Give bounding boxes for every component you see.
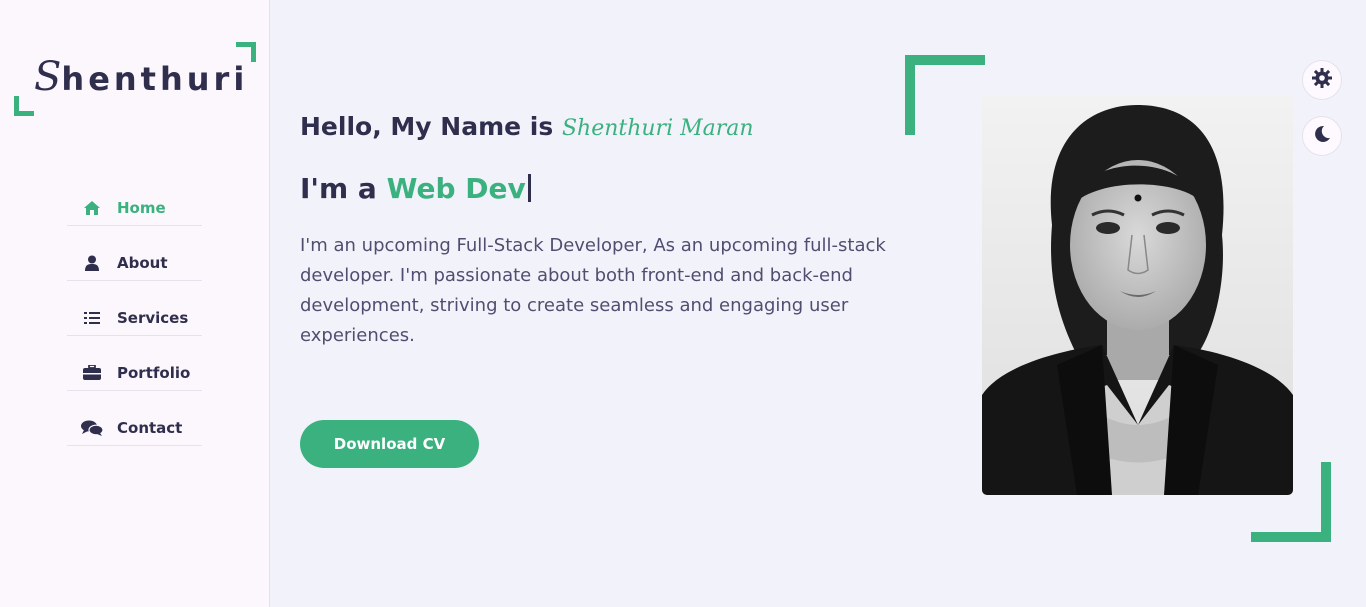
moon-icon bbox=[1313, 125, 1331, 147]
nav-label-portfolio: Portfolio bbox=[117, 363, 191, 382]
greeting-name: Shenthuri Maran bbox=[561, 116, 754, 141]
theme-toggle-button[interactable] bbox=[1302, 116, 1342, 156]
logo-rest: henthuri bbox=[61, 60, 249, 98]
nav-item-home[interactable]: Home bbox=[67, 190, 202, 226]
logo-text: Shenthuri bbox=[34, 54, 248, 100]
typing-cursor bbox=[527, 174, 531, 202]
nav-label-about: About bbox=[117, 253, 168, 272]
comments-icon bbox=[81, 418, 103, 438]
role-prefix: I'm a bbox=[300, 172, 377, 205]
profile-photo bbox=[982, 95, 1293, 495]
download-cv-button[interactable]: Download CV bbox=[300, 420, 479, 468]
role-heading: I'm a Web Dev bbox=[300, 172, 531, 205]
nav-item-portfolio[interactable]: Portfolio bbox=[67, 355, 202, 391]
logo[interactable]: Shenthuri bbox=[14, 42, 256, 116]
logo-bracket-bottom-left bbox=[14, 96, 34, 116]
greeting-heading: Hello, My Name is Shenthuri Maran bbox=[300, 112, 754, 141]
sidebar: Shenthuri Home About Services Portfolio bbox=[0, 0, 270, 607]
user-icon bbox=[81, 253, 103, 273]
nav-item-services[interactable]: Services bbox=[67, 300, 202, 336]
greeting-text: Hello, My Name is bbox=[300, 112, 554, 141]
role-typed-text: Web Dev bbox=[386, 172, 526, 205]
nav-item-contact[interactable]: Contact bbox=[67, 410, 202, 446]
logo-first-letter: S bbox=[34, 54, 62, 100]
home-icon bbox=[81, 198, 103, 218]
nav-label-contact: Contact bbox=[117, 418, 183, 437]
nav-label-home: Home bbox=[117, 198, 166, 217]
list-icon bbox=[81, 308, 103, 328]
main-nav: Home About Services Portfolio Contact bbox=[67, 190, 202, 465]
nav-label-services: Services bbox=[117, 308, 189, 327]
nav-item-about[interactable]: About bbox=[67, 245, 202, 281]
intro-description: I'm an upcoming Full-Stack Developer, As… bbox=[300, 235, 886, 346]
settings-button[interactable] bbox=[1302, 60, 1342, 100]
photo-frame-top-left bbox=[905, 55, 985, 135]
gear-icon bbox=[1312, 68, 1332, 92]
briefcase-icon bbox=[81, 363, 103, 383]
